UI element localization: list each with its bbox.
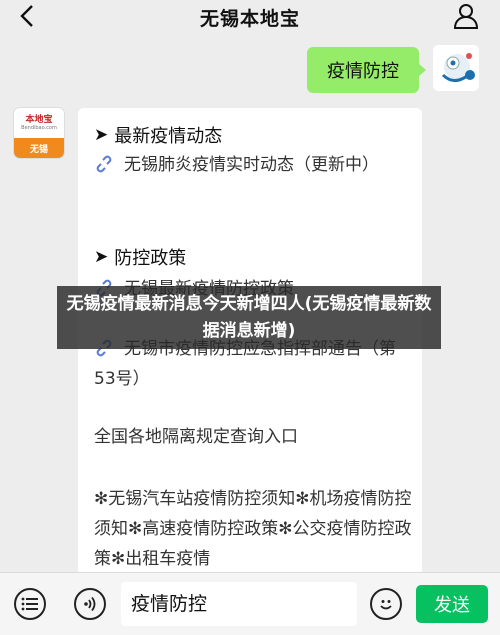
arrow-right-icon: ➤ [94,124,109,145]
section-heading-text: 防控政策 [114,248,187,269]
emoji-button[interactable] [370,588,402,620]
outgoing-message-bubble[interactable]: 疫情防控 [307,47,426,93]
link-text: 全国各地隔离规定查询入口 [94,427,298,447]
person-icon [453,4,479,29]
voice-button[interactable] [74,588,106,620]
profile-button[interactable] [452,2,480,30]
section-heading-policy: ➤ 防控政策 [94,244,186,270]
policy-links-text: ✻无锡汽车站疫情防控须知✻机场疫情防控须知✻高速疫情防控政策✻公交疫情防控政策✻… [94,489,412,569]
page-title: 无锡本地宝 [199,7,300,30]
emoji-icon [380,600,392,610]
link-quarantine-lookup[interactable]: 全国各地隔离规定查询入口 [94,422,414,452]
link-icon [96,155,112,173]
menu-icon [21,597,38,611]
section-heading-text: 最新疫情动态 [114,126,223,147]
bot-logo-url: Bendibao.com [21,125,57,131]
menu-button[interactable] [14,588,46,620]
bot-logo-text: 本地宝 [25,115,53,125]
link-text: 无锡肺炎疫情实时动态（更新中） [124,155,379,175]
overlay-caption-text: 无锡疫情最新消息今天新增四人(无锡疫情最新数据消息新增) [66,293,432,341]
user-avatar[interactable] [433,45,479,91]
link-realtime-updates[interactable]: 无锡肺炎疫情实时动态（更新中） [94,150,412,180]
voice-icon [84,596,96,612]
outgoing-message-text: 疫情防控 [327,61,399,82]
avatar-image [433,45,479,91]
message-input[interactable]: 疫情防控 [121,582,357,626]
policy-links-list[interactable]: ✻无锡汽车站疫情防控须知✻机场疫情防控须知✻高速疫情防控政策✻公交疫情防控政策✻… [94,484,414,574]
input-bar: 疫情防控 发送 [0,572,500,635]
overlay-caption: 无锡疫情最新消息今天新增四人(无锡疫情最新数据消息新增) [57,286,441,349]
bot-logo-top: 本地宝 Bendibao.com [14,108,64,138]
section-heading-latest: ➤ 最新疫情动态 [94,122,222,148]
back-button[interactable] [14,3,40,29]
header-bar: 无锡本地宝 [0,0,500,34]
chevron-left-icon [20,5,33,27]
bot-logo-city: 无锡 [14,138,64,158]
send-button[interactable]: 发送 [416,585,488,623]
bot-avatar[interactable]: 本地宝 Bendibao.com 无锡 [14,108,64,158]
arrow-right-icon: ➤ [94,246,109,267]
